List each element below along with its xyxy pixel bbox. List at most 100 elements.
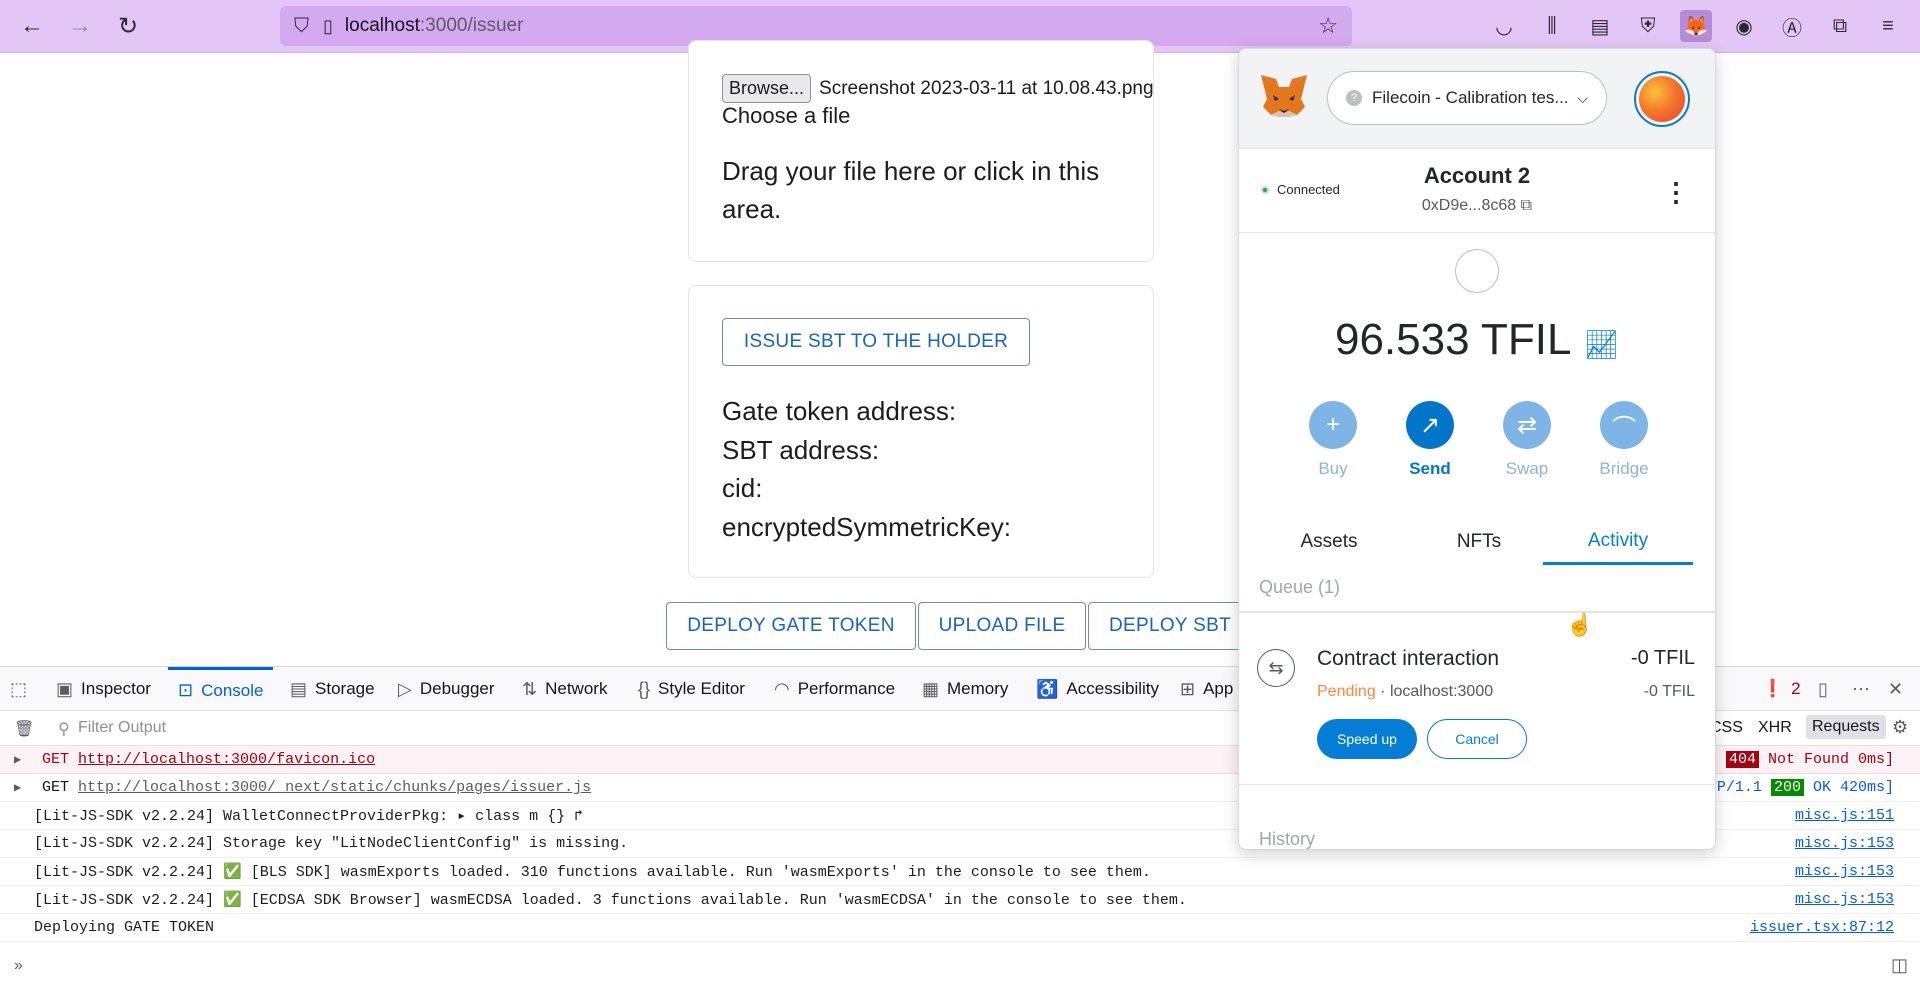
url-text[interactable]: localhost:3000/issuer — [345, 15, 524, 37]
log-row: [Lit-JS-SDK v2.2.24] ✅ [BLS SDK] wasmExp… — [0, 858, 1920, 886]
application-icon: ⊞ — [1180, 678, 1196, 699]
filter-requests[interactable]: Requests — [1806, 715, 1886, 739]
responsive-mode-icon[interactable]: ▯ — [1818, 667, 1828, 711]
hand-cursor-icon: ☝ — [1566, 612, 1594, 637]
metamask-extension-icon[interactable]: 🦊 — [1680, 10, 1712, 42]
tx-amount-secondary: -0 TFIL — [1643, 683, 1695, 700]
split-console-icon[interactable]: ◫ — [1891, 955, 1908, 976]
deploy-sbt-button[interactable]: DEPLOY SBT — [1088, 602, 1256, 650]
settings-gear-icon[interactable]: ⚙ — [1892, 717, 1908, 738]
error-icon: ❗ — [1762, 679, 1784, 698]
drop-zone-text[interactable]: Drag your file here or click in this are… — [722, 152, 1142, 228]
tab-nfts[interactable]: NFTs — [1404, 519, 1554, 565]
ublock-icon[interactable]: ⛨ — [1632, 10, 1664, 42]
tab-style-editor[interactable]: {} Style Editor — [638, 667, 745, 711]
extension-a-icon[interactable]: Ⓐ — [1776, 10, 1808, 42]
library-icon[interactable]: ⫼ — [1536, 10, 1568, 42]
issue-sbt-button[interactable]: ISSUE SBT TO THE HOLDER — [722, 318, 1030, 366]
deploy-gate-token-button[interactable]: DEPLOY GATE TOKEN — [666, 602, 916, 650]
performance-icon: ◠ — [774, 678, 790, 699]
debugger-icon: ▷ — [398, 678, 412, 699]
tab-application[interactable]: ⊞ App — [1180, 667, 1233, 711]
metamask-fox-icon[interactable] — [1259, 73, 1309, 119]
style-editor-icon: {} — [638, 678, 651, 699]
file-name: Screenshot 2023-03-11 at 10.08.43.png — [819, 77, 1154, 99]
tx-status: Pending · localhost:3000 — [1317, 683, 1494, 700]
back-icon[interactable]: ← — [16, 10, 48, 42]
swap-button[interactable]: ⇄ Swap — [1487, 401, 1567, 479]
queue-label: Queue (1) — [1259, 577, 1341, 597]
network-selector[interactable]: ? Filecoin - Calibration tes... ⌵ — [1327, 71, 1607, 125]
log-source[interactable]: misc.js:153 — [1795, 891, 1894, 908]
tx-title: Contract interaction — [1317, 647, 1500, 670]
console-input[interactable]: » ◫ — [0, 945, 1920, 989]
extension-icon[interactable]: ◉ — [1728, 10, 1760, 42]
transaction-item[interactable]: ⇆ Contract interaction -0 TFIL Pending ·… — [1239, 613, 1715, 785]
filter-xhr[interactable]: XHR — [1758, 719, 1792, 737]
token-icon — [1455, 249, 1499, 293]
chevron-down-icon: ⌵ — [1577, 89, 1588, 106]
gate-token-address-label: Gate token address: — [722, 396, 957, 426]
log-source[interactable]: misc.js:153 — [1795, 863, 1894, 880]
balance: 96.533 TFIL 📈︎ — [1334, 315, 1619, 364]
log-row: Deploying GATE TOKEN issuer.tsx:87:12 — [0, 914, 1920, 942]
pocket-icon[interactable]: ◡ — [1488, 10, 1520, 42]
metamask-header: ? Filecoin - Calibration tes... ⌵ — [1239, 49, 1715, 149]
account-address[interactable]: 0xD9e...8c68 ⧉ — [1239, 197, 1715, 215]
log-source[interactable]: misc.js:153 — [1795, 835, 1894, 852]
network-help-icon: ? — [1346, 90, 1362, 106]
forward-icon[interactable]: → — [64, 10, 96, 42]
bookmark-star-icon[interactable]: ☆ — [1318, 13, 1338, 39]
tab-network[interactable]: ⇅ Network — [522, 667, 607, 711]
shield-icon[interactable]: ⛉ — [294, 15, 309, 38]
filter-input[interactable]: Filter Output — [78, 719, 166, 737]
page-icon: ▯ — [323, 15, 333, 36]
tab-console[interactable]: ⊡ Console — [168, 667, 274, 711]
extensions-puzzle-icon[interactable]: ⧉ — [1824, 10, 1856, 42]
tab-accessibility[interactable]: ♿ Accessibility — [1036, 667, 1159, 711]
more-options-icon[interactable]: ⋯ — [1852, 667, 1870, 711]
console-icon: ⊡ — [178, 680, 194, 700]
expand-icon[interactable]: ▶ — [14, 780, 34, 795]
copy-icon[interactable]: ⧉ — [1521, 197, 1532, 214]
encrypted-key-label: encryptedSymmetricKey: — [722, 511, 1011, 542]
reload-icon[interactable]: ↻ — [112, 10, 144, 42]
contract-interaction-icon: ⇆ — [1257, 649, 1295, 687]
account-bar: Connected Account 2 0xD9e...8c68 ⧉ ⋮ — [1239, 149, 1715, 233]
portfolio-chart-icon[interactable]: 📈︎ — [1583, 329, 1619, 360]
tx-amount: -0 TFIL — [1630, 647, 1695, 669]
tab-storage[interactable]: ▤ Storage — [290, 667, 375, 711]
buy-button[interactable]: + Buy — [1293, 401, 1373, 479]
log-row: [Lit-JS-SDK v2.2.24] ✅ [ECDSA SDK Browse… — [0, 886, 1920, 914]
network-icon: ⇅ — [522, 678, 538, 699]
sidebar-icon[interactable]: ▤ — [1584, 10, 1616, 42]
tab-inspector[interactable]: ▣ Inspector — [56, 667, 151, 711]
tab-memory[interactable]: ▦ Memory — [922, 667, 1008, 711]
tab-activity[interactable]: Activity — [1543, 519, 1693, 565]
tab-assets[interactable]: Assets — [1254, 519, 1404, 565]
send-arrow-icon: ↗ — [1406, 401, 1454, 449]
tab-performance[interactable]: ◠ Performance — [774, 667, 895, 711]
speed-up-button[interactable]: Speed up — [1317, 719, 1417, 759]
account-avatar[interactable] — [1634, 71, 1690, 127]
file-input[interactable]: Browse... Screenshot 2023-03-11 at 10.08… — [722, 74, 1154, 103]
expand-icon[interactable]: ▶ — [14, 752, 34, 767]
upload-file-button[interactable]: UPLOAD FILE — [918, 602, 1086, 650]
bridge-icon: ⌒ — [1600, 401, 1648, 449]
log-source[interactable]: issuer.tsx:87:12 — [1750, 919, 1894, 936]
history-label: History — [1259, 829, 1316, 849]
log-source[interactable]: misc.js:151 — [1795, 807, 1894, 824]
browse-button[interactable]: Browse... — [722, 74, 812, 103]
send-button[interactable]: ↗ Send — [1390, 401, 1470, 479]
plus-icon: + — [1309, 401, 1357, 449]
close-devtools-icon[interactable]: ✕ — [1888, 667, 1903, 711]
trash-icon[interactable]: 🗑 — [14, 719, 34, 739]
account-options-icon[interactable]: ⋮ — [1663, 177, 1689, 208]
cancel-button[interactable]: Cancel — [1427, 719, 1527, 759]
tab-debugger[interactable]: ▷ Debugger — [398, 667, 495, 711]
bridge-button[interactable]: ⌒ Bridge — [1584, 401, 1664, 479]
error-count[interactable]: ❗ 2 — [1762, 667, 1801, 711]
swap-icon: ⇄ — [1503, 401, 1551, 449]
menu-icon[interactable]: ≡ — [1872, 10, 1904, 42]
element-picker-icon[interactable]: ⬚ — [10, 667, 27, 711]
